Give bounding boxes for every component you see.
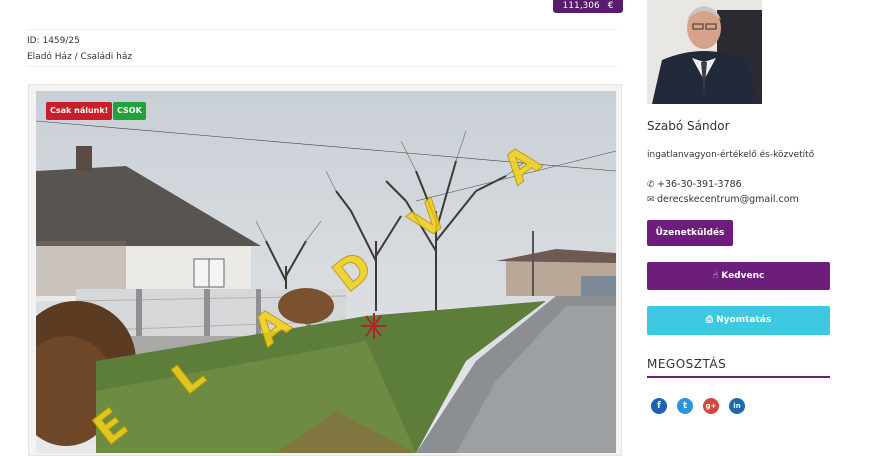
print-label: Nyomtatás (716, 315, 772, 325)
facebook-icon[interactable]: f (651, 398, 667, 414)
phone-number: +36-30-391-3786 (657, 179, 742, 190)
envelope-icon: ✉ (647, 195, 655, 205)
message-button[interactable]: Üzenetküldés (647, 220, 733, 246)
linkedin-icon[interactable]: in (729, 398, 745, 414)
share-underline (647, 376, 830, 378)
price-value: 111,306 (562, 1, 600, 11)
print-icon: ⎙ (705, 315, 713, 325)
listing-id: ID: 1459/25 (27, 36, 80, 46)
agent-photo (647, 0, 762, 104)
thumbs-up-icon: ☝ (712, 271, 719, 281)
phone-icon: ✆ (647, 180, 655, 190)
price-currency: € (607, 1, 614, 11)
exclusive-tag: Csak nálunk! (46, 102, 113, 120)
twitter-icon[interactable]: t (677, 398, 693, 414)
price-badge: 111,306 € (553, 0, 623, 13)
favorite-label: Kedvenc (721, 271, 765, 281)
googleplus-icon[interactable]: g+ (703, 398, 719, 414)
property-photo[interactable] (36, 91, 616, 453)
email-address: derecskecentrum@gmail.com (657, 194, 799, 205)
agent-phone[interactable]: ✆ +36-30-391-3786 (647, 179, 742, 190)
divider (27, 29, 617, 30)
agent-email[interactable]: ✉ derecskecentrum@gmail.com (647, 194, 799, 205)
agent-role: ingatlanvagyon-értékelő és-közvetítő (647, 150, 815, 160)
divider (27, 66, 617, 67)
listing-category: Eladó Ház / Családi ház (27, 52, 133, 62)
csok-tag: CSOK (113, 102, 146, 120)
agent-name: Szabó Sándor (647, 119, 730, 133)
print-button[interactable]: ⎙ Nyomtatás (647, 306, 830, 335)
favorite-button[interactable]: ☝ Kedvenc (647, 262, 830, 290)
share-title: MEGOSZTÁS (647, 357, 727, 371)
listing-meta: ID: 1459/25 Eladó Ház / Családi ház (27, 33, 132, 65)
